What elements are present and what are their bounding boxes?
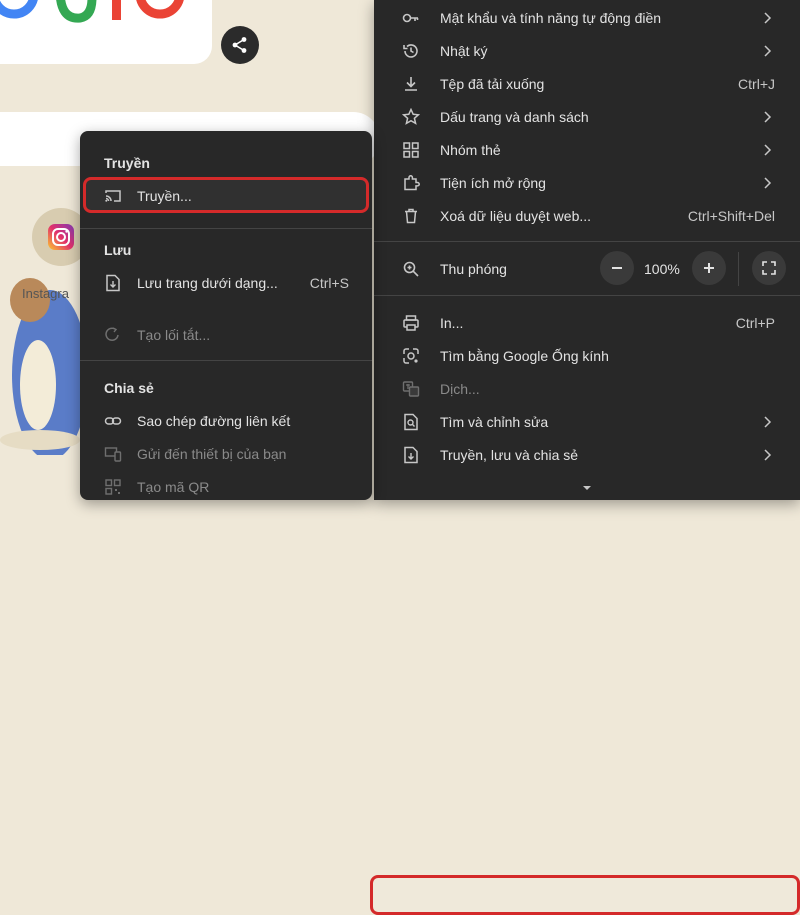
instagram-shortcut-label: Instagra xyxy=(22,286,69,301)
menu-item-find-edit[interactable]: Tìm và chỉnh sửa xyxy=(374,405,800,438)
submenu-item-label: Sao chép đường liên kết xyxy=(137,413,291,429)
submenu-item-save-page[interactable]: Lưu trang dưới dạng... Ctrl+S xyxy=(80,268,372,298)
menu-item-label: Xoá dữ liệu duyệt web... xyxy=(440,207,592,224)
chevron-right-icon xyxy=(764,448,772,461)
menu-item-tab-groups[interactable]: Nhóm thẻ xyxy=(374,133,800,166)
google-lens-icon xyxy=(403,347,419,364)
zoom-level: 100% xyxy=(644,261,680,277)
menu-item-bookmarks-lists[interactable]: Dấu trang và danh sách xyxy=(374,100,800,133)
cast-save-share-submenu: Truyền Truyền... Lưu Lưu trang dưới dạng… xyxy=(80,131,372,500)
trash-icon xyxy=(405,208,417,223)
minus-icon xyxy=(612,267,622,269)
instagram-icon xyxy=(48,224,74,250)
menu-item-label: Thu phóng xyxy=(440,261,507,277)
menu-item-zoom: Thu phóng xyxy=(374,252,800,286)
share-icon xyxy=(232,37,247,53)
link-icon xyxy=(104,417,122,425)
shortcut-icon xyxy=(105,327,119,341)
submenu-item-send-to-device: Gửi đến thiết bị của bạn xyxy=(80,439,372,469)
menu-item-clear-browsing-data[interactable]: Xoá dữ liệu duyệt web... Ctrl+Shift+Del xyxy=(374,199,800,232)
print-icon xyxy=(403,314,419,331)
mascot-illustration xyxy=(0,278,88,455)
submenu-item-label: Tạo mã QR xyxy=(137,479,210,495)
menu-item-downloads[interactable]: Tệp đã tải xuống Ctrl+J xyxy=(374,67,800,100)
chevron-right-icon xyxy=(764,44,772,57)
submenu-item-create-shortcut: Tạo lối tắt... xyxy=(80,320,372,350)
chrome-main-menu: Mật khẩu và tính năng tự động điền Nhật … xyxy=(370,0,800,915)
submenu-item-label: Truyền... xyxy=(137,188,192,204)
submenu-divider xyxy=(80,360,372,361)
menu-item-label: Tiện ích mở rộng xyxy=(440,174,546,191)
submenu-divider xyxy=(80,228,372,229)
tab-groups-icon xyxy=(403,141,419,158)
chevron-right-icon xyxy=(764,415,772,428)
plus-icon xyxy=(704,263,714,273)
menu-item-label: Nhóm thẻ xyxy=(440,141,501,158)
menu-item-label: Nhật ký xyxy=(440,42,488,59)
save-page-icon xyxy=(106,274,120,292)
highlight-box xyxy=(83,177,369,213)
menu-divider xyxy=(374,241,800,242)
shortcut-text: Ctrl+S xyxy=(309,275,349,291)
shortcut-text: Ctrl+P xyxy=(735,314,775,331)
zoom-in-button[interactable] xyxy=(692,251,726,285)
submenu-item-cast[interactable]: Truyền... xyxy=(80,177,372,213)
fullscreen-icon xyxy=(762,261,776,275)
menu-item-passwords-autofill[interactable]: Mật khẩu và tính năng tự động điền xyxy=(374,1,800,34)
menu-item-label: Dịch... xyxy=(440,380,480,397)
menu-item-extensions[interactable]: Tiện ích mở rộng xyxy=(374,166,800,199)
google-logo-fragment xyxy=(0,0,184,23)
history-icon xyxy=(403,43,418,58)
cast-icon xyxy=(105,190,121,202)
zoom-out-button[interactable] xyxy=(600,251,634,285)
download-icon xyxy=(405,76,417,91)
chevron-right-icon xyxy=(764,176,772,189)
section-heading-share: Chia sẻ xyxy=(104,380,154,396)
menu-item-label: Tìm bằng Google Ống kính xyxy=(440,347,609,364)
submenu-item-qr-code: Tạo mã QR xyxy=(80,472,372,502)
submenu-item-label: Gửi đến thiết bị của bạn xyxy=(137,446,287,462)
highlight-box xyxy=(370,875,800,915)
submenu-item-copy-link[interactable]: Sao chép đường liên kết xyxy=(80,406,372,436)
menu-divider xyxy=(374,295,800,296)
menu-item-google-lens[interactable]: Tìm bằng Google Ống kính xyxy=(374,339,800,372)
translate-icon xyxy=(402,380,420,397)
menu-item-print[interactable]: In... Ctrl+P xyxy=(374,306,800,339)
shortcut-text: Ctrl+J xyxy=(738,75,775,92)
menu-item-label: Tìm và chỉnh sửa xyxy=(440,413,549,430)
menu-item-label: Dấu trang và danh sách xyxy=(440,108,589,125)
qr-code-icon xyxy=(105,479,121,495)
fullscreen-button[interactable] xyxy=(752,251,786,285)
find-edit-icon xyxy=(404,413,418,430)
menu-item-cast-save-share[interactable]: Truyền, lưu và chia sẻ xyxy=(370,438,800,915)
chevron-right-icon xyxy=(764,110,772,123)
shortcut-text: Ctrl+Shift+Del xyxy=(687,207,775,224)
share-button[interactable] xyxy=(221,26,259,64)
submenu-item-label: Tạo lối tắt... xyxy=(137,327,211,343)
send-device-icon xyxy=(104,447,122,462)
menu-item-label: Truyền, lưu và chia sẻ xyxy=(440,446,579,463)
chevron-right-icon xyxy=(764,143,772,156)
chevron-right-icon xyxy=(764,11,772,24)
extension-icon xyxy=(404,174,420,190)
google-logo-card xyxy=(0,0,212,64)
scroll-down-icon[interactable] xyxy=(582,484,592,492)
menu-item-translate: Dịch... xyxy=(374,372,800,405)
section-heading-save: Lưu xyxy=(104,242,132,258)
zoom-icon xyxy=(403,261,419,277)
star-icon xyxy=(402,107,420,125)
zoom-divider xyxy=(738,252,739,286)
section-heading-cast: Truyền xyxy=(104,155,150,171)
cast-save-share-icon xyxy=(404,446,418,463)
submenu-item-label: Lưu trang dưới dạng... xyxy=(137,275,278,291)
menu-item-label: Tệp đã tải xuống xyxy=(440,75,545,92)
menu-item-label: Mật khẩu và tính năng tự động điền xyxy=(440,9,662,26)
key-icon xyxy=(402,13,419,22)
menu-item-history[interactable]: Nhật ký xyxy=(374,34,800,67)
menu-item-label: In... xyxy=(440,314,464,331)
